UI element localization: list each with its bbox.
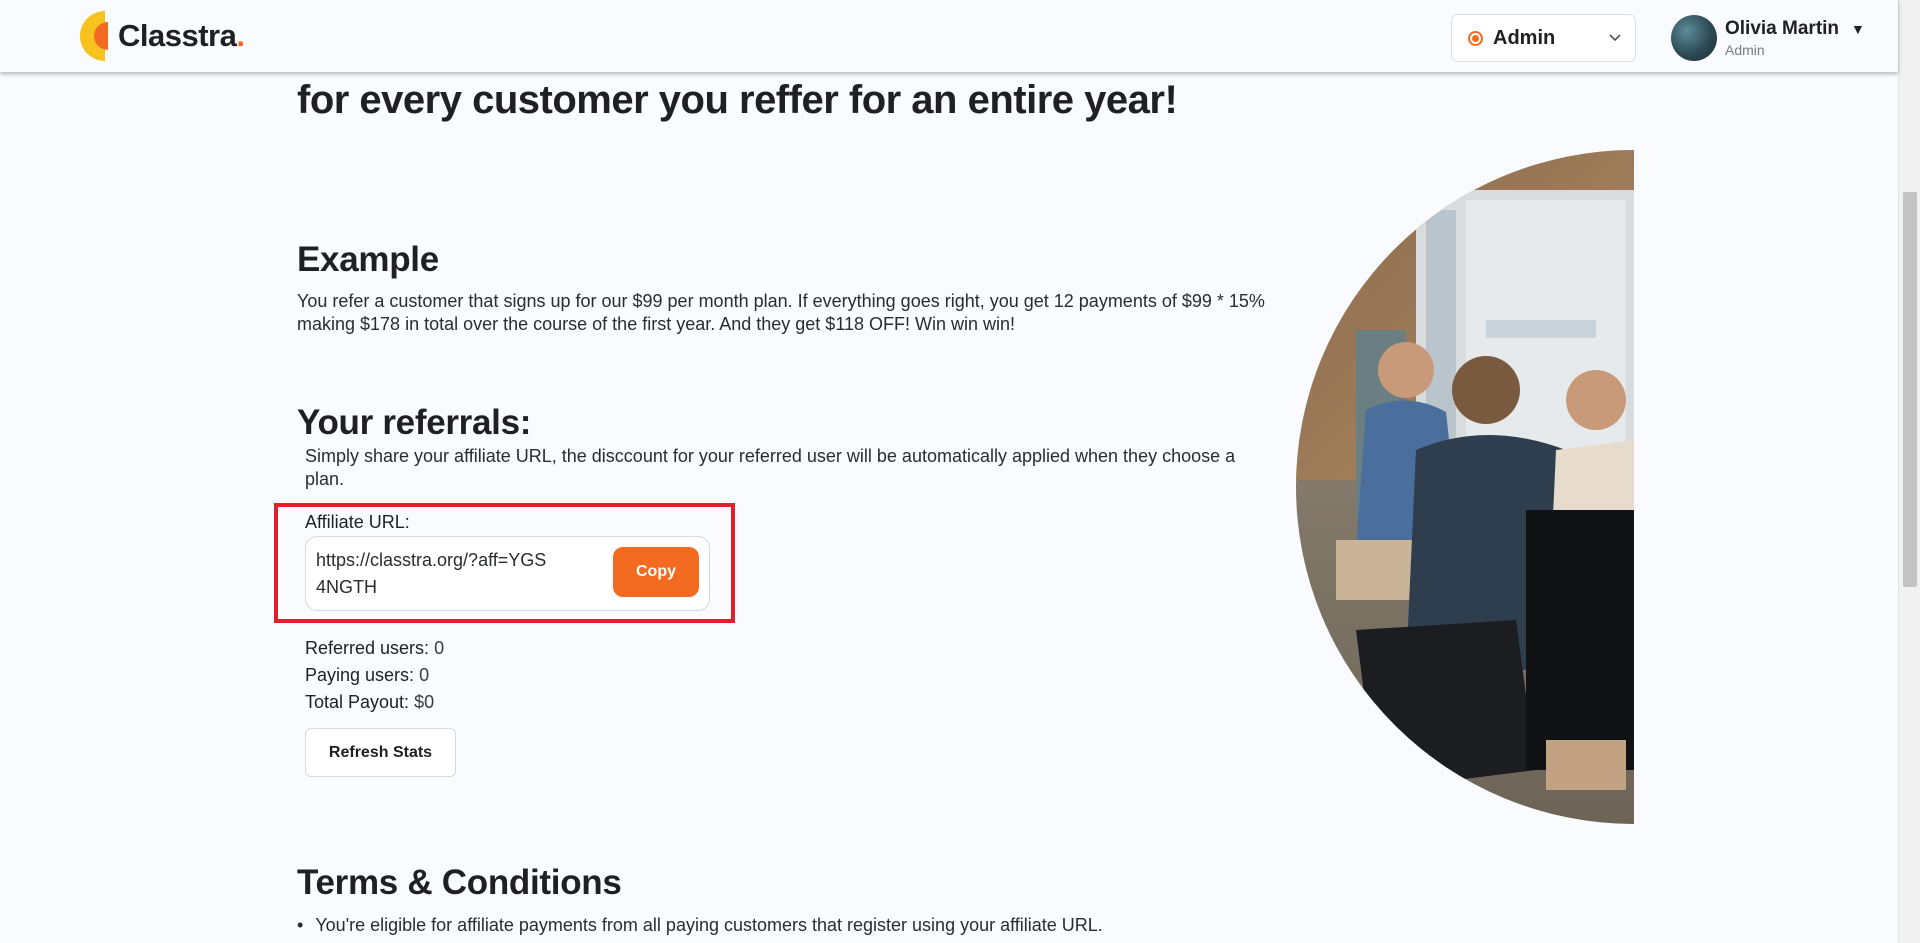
brand-text: Classtra (118, 18, 237, 53)
user-name-text: Olivia Martin (1725, 18, 1840, 39)
team-meeting-photo (1296, 150, 1634, 825)
chevron-down-icon (1607, 29, 1623, 50)
avatar (1671, 15, 1717, 61)
brand-suffix: . (236, 18, 245, 53)
terms-list: You're eligible for affiliate payments f… (297, 914, 1103, 937)
copy-button[interactable]: Copy (613, 547, 699, 597)
affiliate-url-field: https://classtra.org/?aff=YGS4NGTH Copy (305, 536, 710, 611)
stat-value: 0 (434, 638, 445, 658)
user-name: Olivia Martin ▼ (1725, 18, 1865, 40)
logo-mark-icon (72, 9, 108, 63)
role-select-value: Admin (1493, 26, 1556, 49)
user-info: Olivia Martin ▼ Admin (1725, 18, 1865, 58)
refresh-stats-button[interactable]: Refresh Stats (305, 728, 456, 777)
terms-title: Terms & Conditions (297, 863, 622, 902)
referral-stats: Referred users: 0 Paying users: 0 Total … (305, 635, 444, 716)
stat-label: Referred users: (305, 638, 430, 658)
terms-item: You're eligible for affiliate payments f… (297, 914, 1103, 937)
referrals-title: Your referrals: (297, 403, 532, 442)
affiliate-url-value[interactable]: https://classtra.org/?aff=YGS4NGTH (316, 547, 556, 601)
referrals-description: Simply share your affiliate URL, the dis… (305, 446, 1236, 489)
stat-paying-users: Paying users: 0 (305, 662, 444, 689)
user-menu[interactable]: Olivia Martin ▼ Admin (1671, 14, 1865, 62)
caret-down-icon: ▼ (1851, 21, 1865, 37)
user-role: Admin (1725, 42, 1765, 58)
brand-name: Classtra. (118, 18, 245, 54)
example-title: Example (297, 240, 439, 279)
team-meeting-illustration (1296, 150, 1634, 824)
scrollbar-thumb[interactable] (1903, 192, 1917, 587)
stat-value: $0 (414, 692, 435, 712)
stat-total-payout: Total Payout: $0 (305, 689, 444, 716)
stat-referred-users: Referred users: 0 (305, 635, 444, 662)
page-content: for every customer you reffer for an ent… (0, 0, 1898, 943)
radio-dot-icon (1468, 30, 1483, 46)
stat-value: 0 (419, 665, 430, 685)
page-headline: for every customer you reffer for an ent… (297, 78, 1178, 122)
vertical-scrollbar[interactable] (1898, 0, 1920, 943)
example-body: You refer a customer that signs up for o… (297, 291, 1265, 334)
stat-label: Paying users: (305, 665, 415, 685)
role-select[interactable]: Admin (1451, 14, 1636, 62)
stat-label: Total Payout: (305, 692, 410, 712)
top-navigation-bar: Classtra. Admin Olivia Martin ▼ Admin (0, 0, 1898, 72)
classtra-logo[interactable]: Classtra. (72, 9, 245, 63)
affiliate-url-label: Affiliate URL: (305, 512, 410, 532)
